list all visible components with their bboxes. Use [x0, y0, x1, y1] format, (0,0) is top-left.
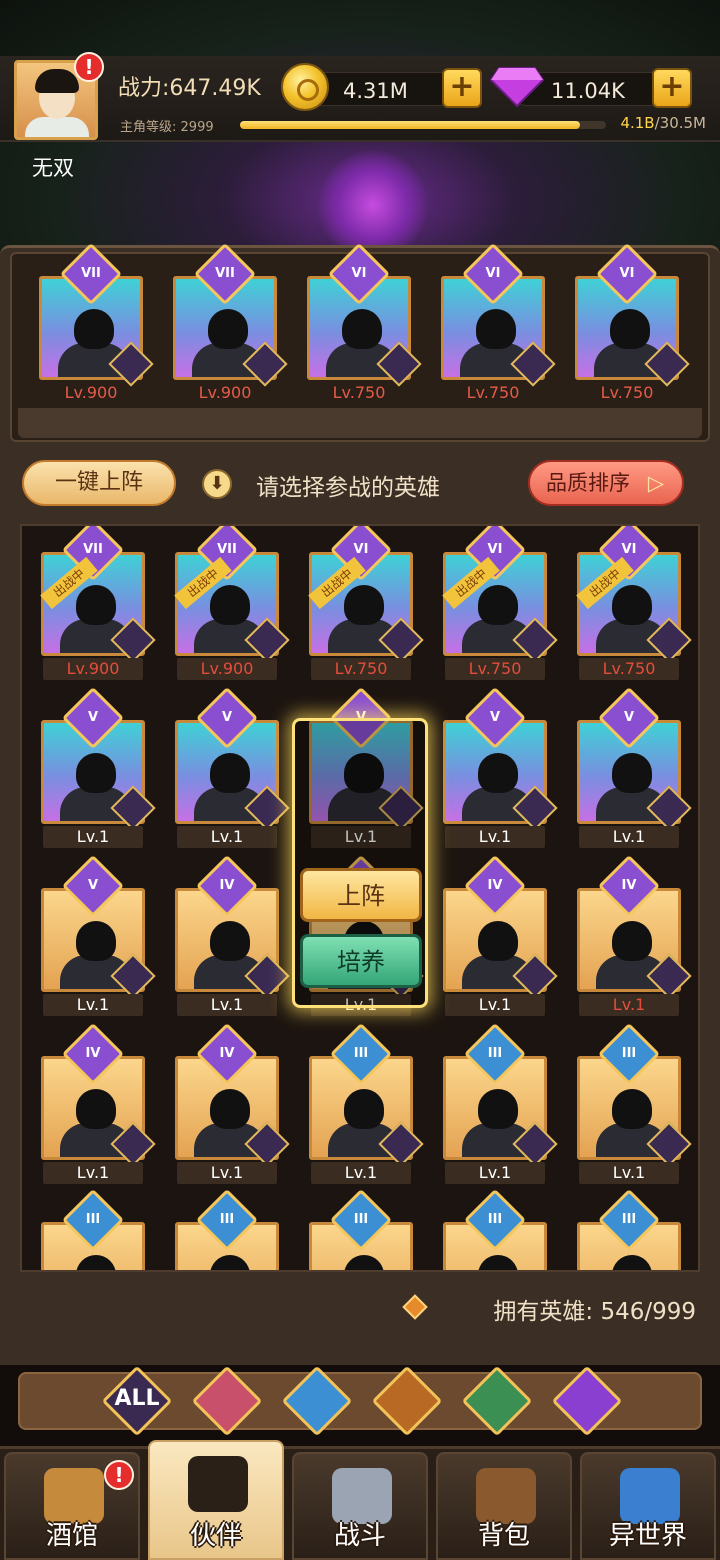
hero-level: Lv.900	[43, 658, 143, 680]
exp-text: 4.1B/30.5M	[620, 114, 706, 132]
hero-level: Lv.900	[177, 658, 277, 680]
deploy-button[interactable]: 上阵	[300, 868, 422, 922]
hero-level: Lv.1	[445, 994, 545, 1016]
hero-level: Lv.750	[466, 383, 520, 402]
avatar-alert-icon: !	[74, 52, 104, 82]
select-hero-hint: 请选择参战的英雄	[256, 475, 440, 501]
one-click-deploy-button[interactable]: 一键上阵	[22, 460, 176, 506]
train-button[interactable]: 培养	[300, 934, 422, 988]
hero-level: Lv.750	[579, 658, 679, 680]
owned-heroes: 拥有英雄: 546/999	[493, 1299, 696, 1325]
portal-eye-art	[318, 150, 428, 260]
add-gems-button[interactable]: +	[652, 68, 692, 108]
combat-power: 战力:647.49K	[118, 76, 261, 101]
hero-level: Lv.750	[600, 383, 654, 402]
filter-knight-helmet-icon[interactable]	[191, 1365, 263, 1437]
add-gold-button[interactable]: +	[442, 68, 482, 108]
nav-backpack-chest[interactable]: 背包	[436, 1452, 572, 1560]
hero-level: Lv.1	[445, 826, 545, 848]
filter-demon-icon[interactable]	[551, 1365, 623, 1437]
filter-all-icon[interactable]: ALL	[101, 1365, 173, 1437]
companion-icon	[188, 1456, 248, 1512]
hero-level: Lv.1	[177, 826, 277, 848]
hero-level: Lv.900	[198, 383, 252, 402]
hero-level: Lv.750	[445, 658, 545, 680]
nav-companion[interactable]: 伙伴	[148, 1440, 284, 1560]
hero-level: Lv.1	[311, 1162, 411, 1184]
hero-level: Lv.1	[579, 826, 679, 848]
nav-alert-icon: !	[104, 1460, 134, 1490]
nav-crossed-swords[interactable]: 战斗	[292, 1452, 428, 1560]
purple-gem-icon	[489, 67, 545, 108]
exp-progress-bar	[240, 121, 606, 129]
nav-portal[interactable]: 异世界	[580, 1452, 716, 1560]
gold-coin-icon	[281, 63, 329, 111]
info-down-icon: ⬇	[202, 469, 232, 499]
play-arrow-icon: ▷	[647, 471, 664, 495]
player-level: 主角等级: 2999	[120, 120, 214, 135]
filter-elf-icon[interactable]	[461, 1365, 533, 1437]
hero-level: Lv.1	[43, 994, 143, 1016]
hero-level: Lv.900	[64, 383, 118, 402]
player-name: 无双	[32, 156, 74, 180]
hero-level: Lv.1	[177, 1162, 277, 1184]
hero-level: Lv.1	[579, 1162, 679, 1184]
filter-lion-icon[interactable]	[371, 1365, 443, 1437]
hero-level: Lv.1	[177, 994, 277, 1016]
filter-fish-creature-icon[interactable]	[281, 1365, 353, 1437]
hero-level: Lv.1	[43, 1162, 143, 1184]
hero-level: Lv.1	[445, 1162, 545, 1184]
hero-level: Lv.750	[311, 658, 411, 680]
hero-level: Lv.1	[579, 994, 679, 1016]
quality-sort-button[interactable]: 品质排序 ▷	[528, 460, 684, 506]
hero-level: Lv.1	[43, 826, 143, 848]
hero-level: Lv.750	[332, 383, 386, 402]
